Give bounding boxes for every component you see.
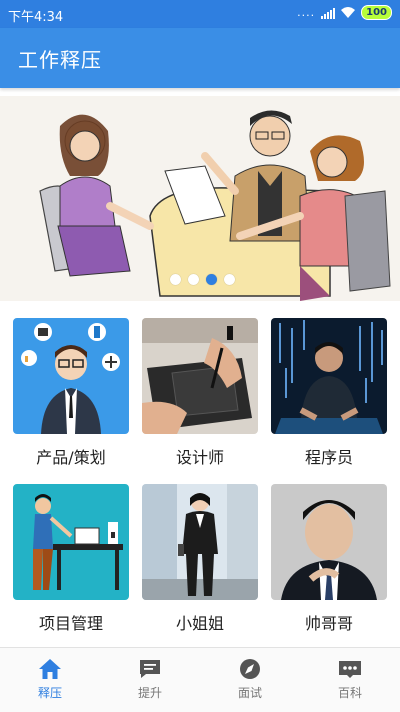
category-card-designer[interactable]: 设计师	[141, 318, 259, 468]
wifi-icon	[341, 7, 356, 18]
pager-dot[interactable]	[188, 274, 199, 285]
category-label: 程序员	[304, 448, 353, 467]
category-label: 产品/策划	[36, 448, 106, 467]
pager-dot-active[interactable]	[206, 274, 217, 285]
pager-dot[interactable]	[224, 274, 235, 285]
interview-illustration	[0, 96, 400, 301]
status-dots: ....	[297, 6, 316, 19]
category-card-programmer[interactable]: 程序员	[270, 318, 388, 468]
category-card-woman[interactable]: 小姐姐	[141, 484, 259, 634]
product-manager-image	[13, 318, 129, 434]
programmer-image	[271, 318, 387, 434]
bottom-tab-bar: 释压 提升 面试 百科	[0, 647, 400, 712]
category-label: 帅哥哥	[304, 614, 353, 633]
status-time: 下午4:34	[8, 10, 64, 25]
category-label: 小姐姐	[175, 614, 224, 633]
tab-encyclopedia[interactable]: 百科	[300, 648, 400, 712]
tab-improve[interactable]: 提升	[100, 648, 200, 712]
tab-label: 面试	[237, 686, 262, 700]
carousel-pager[interactable]	[170, 274, 235, 285]
woman-in-suit-image	[142, 484, 258, 600]
signal-icon	[321, 7, 336, 19]
chat-icon	[140, 660, 160, 678]
category-card-project-management[interactable]: 项目管理	[12, 484, 130, 634]
pager-dot[interactable]	[170, 274, 181, 285]
project-manager-image	[13, 484, 129, 600]
tab-relief[interactable]: 释压	[0, 648, 100, 712]
tab-interview[interactable]: 面试	[200, 648, 300, 712]
category-label: 项目管理	[38, 614, 103, 633]
man-in-suit-image	[271, 484, 387, 600]
status-icons: .... 100	[297, 5, 392, 20]
category-card-man[interactable]: 帅哥哥	[270, 484, 388, 634]
app-bar: 工作释压	[0, 28, 400, 88]
more-icon	[339, 661, 361, 678]
designer-image	[142, 318, 258, 434]
home-icon	[39, 659, 61, 679]
tab-label: 释压	[37, 686, 62, 700]
status-bar: 下午4:34 .... 100	[0, 0, 400, 28]
category-card-product[interactable]: 产品/策划	[12, 318, 130, 468]
tab-label: 提升	[137, 686, 162, 700]
category-label: 设计师	[175, 448, 224, 467]
page-title: 工作释压	[18, 48, 102, 72]
banner-carousel[interactable]	[0, 96, 400, 301]
compass-icon	[240, 659, 260, 679]
tab-label: 百科	[337, 686, 362, 700]
battery-indicator: 100	[361, 5, 392, 20]
